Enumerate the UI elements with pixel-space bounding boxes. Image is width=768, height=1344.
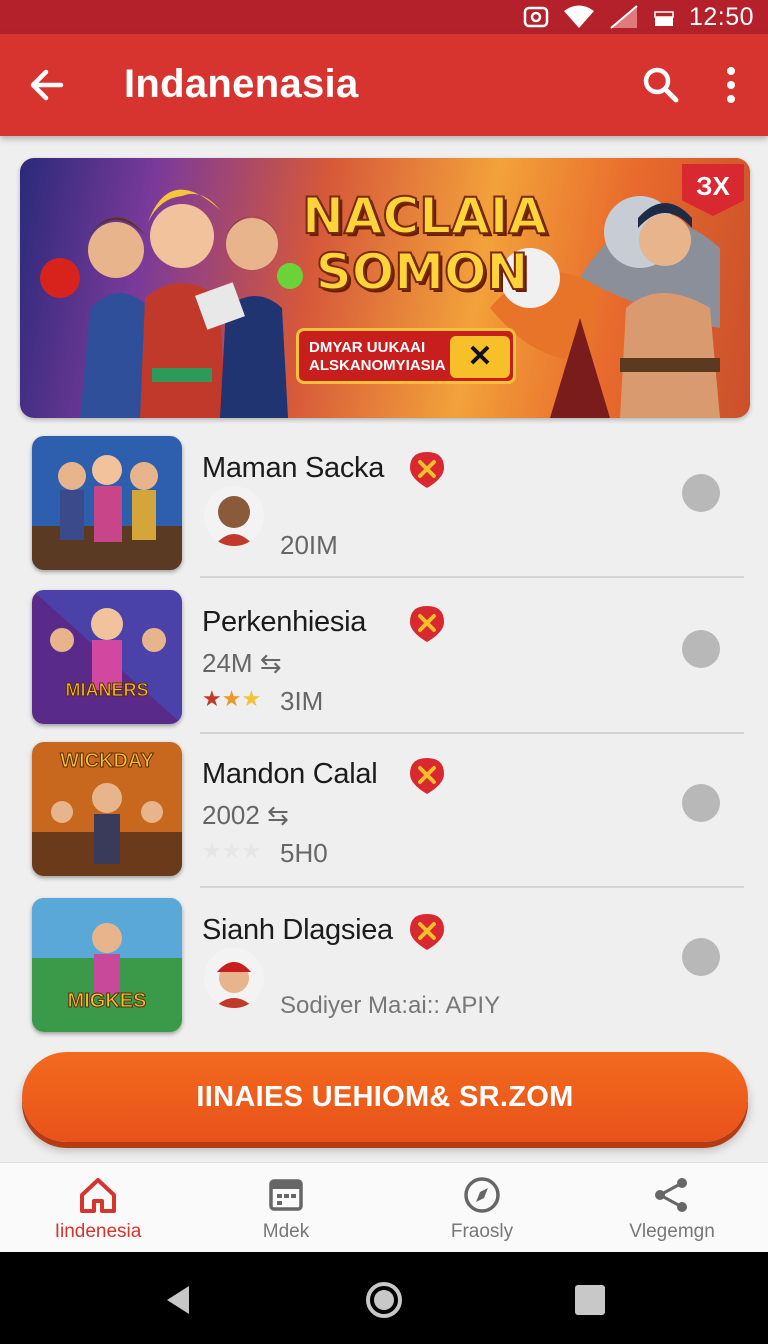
game-thumbnail: [32, 436, 182, 570]
banner-title-line2: SOMON: [315, 243, 530, 301]
nav-item-calendar[interactable]: Mdek: [190, 1175, 382, 1251]
battery-icon: [654, 11, 674, 26]
link-icon: ⇆: [259, 648, 282, 678]
divider: [200, 732, 744, 734]
game-thumbnail: WICKDAY: [32, 742, 182, 876]
game-title: Mandon Calal: [202, 758, 378, 790]
nav-item-home[interactable]: Iindenesia: [2, 1175, 194, 1251]
more-options-button[interactable]: [708, 60, 754, 110]
divider: [200, 576, 744, 578]
rating-stars: ★★★: [202, 838, 262, 863]
nav-label: Iindenesia: [54, 1221, 142, 1242]
divider: [200, 886, 744, 888]
game-title: Sianh Dlagsiea: [202, 914, 393, 946]
system-nav-bar: [0, 1252, 768, 1344]
game-size: 2002 ⇆: [202, 800, 289, 831]
list-item[interactable]: WICKDAY Mandon Calal 2002 ⇆ ★★★ 5H0: [32, 742, 744, 876]
home-icon: [80, 1178, 116, 1213]
nav-label: Mdek: [262, 1221, 310, 1242]
wifi-icon: [563, 5, 594, 28]
game-thumbnail: MIGKES: [32, 898, 182, 1032]
square-recents-icon: [575, 1285, 605, 1315]
verified-badge-icon: [410, 914, 444, 950]
share-icon: [655, 1178, 687, 1212]
compass-icon: [464, 1177, 500, 1213]
avatar: [204, 948, 264, 1008]
game-downloads: 20IM: [280, 530, 338, 560]
more-vertical-icon: [727, 67, 735, 103]
link-icon: ⇆: [267, 800, 289, 830]
bottom-nav: Iindenesia Mdek Fraosly Vlegemgn: [0, 1162, 768, 1252]
game-size-value: 24M: [202, 648, 253, 678]
game-title: Maman Sacka: [202, 452, 385, 484]
game-art: [32, 436, 182, 570]
list-item[interactable]: MIGKES Sianh Dlagsiea Sodiyer Ma:ai:: AP…: [32, 898, 744, 1032]
game-developer: Sodiyer Ma:ai:: APIY: [280, 992, 501, 1019]
nav-item-share[interactable]: Vlegemgn: [576, 1175, 768, 1251]
circle-home-icon: [366, 1282, 402, 1318]
status-time: 12:50: [688, 2, 754, 31]
thumb-label: WICKDAY: [60, 750, 155, 773]
select-radio[interactable]: [682, 938, 720, 976]
system-back-button[interactable]: [156, 1278, 200, 1322]
list-item[interactable]: MIANERS Perkenhiesia 24M ⇆ ★★★ 3IM: [32, 590, 744, 724]
game-title: Perkenhiesia: [202, 606, 367, 638]
avatar: [204, 486, 264, 546]
triangle-back-icon: [167, 1286, 189, 1314]
select-radio[interactable]: [682, 630, 720, 668]
app-bar: Indanenasia: [0, 34, 768, 136]
nav-item-explore[interactable]: Fraosly: [386, 1175, 578, 1251]
game-size: 24M ⇆: [202, 648, 282, 679]
promo-banner[interactable]: NACLAIA SOMON DMYAR UUKAAI ALSKANOMYIASI…: [20, 158, 750, 418]
nav-label: Vlegemgn: [629, 1221, 715, 1242]
verified-badge-icon: [410, 452, 444, 488]
tools-icon: ✕: [450, 336, 510, 378]
status-icons: 12:50: [523, 2, 754, 32]
banner-title: NACLAIA SOMON: [301, 187, 548, 301]
thumb-label: MIANERS: [65, 680, 149, 701]
app-title: Indanenasia: [124, 62, 359, 106]
select-radio[interactable]: [682, 474, 720, 512]
signal-icon: [610, 5, 638, 29]
system-recents-button[interactable]: [568, 1278, 612, 1322]
verified-badge-icon: [410, 758, 444, 794]
list-item[interactable]: Maman Sacka 20IM: [32, 436, 744, 570]
verified-badge-icon: [410, 606, 444, 642]
search-icon: [643, 67, 679, 103]
status-bar: 12:50: [0, 0, 768, 34]
system-home-button[interactable]: [362, 1278, 406, 1322]
install-button[interactable]: IINAIES UEHIOM& SR.ZOM: [22, 1052, 748, 1142]
arrow-left-icon: [30, 69, 64, 101]
back-button[interactable]: [22, 60, 72, 110]
game-thumbnail: MIANERS: [32, 590, 182, 724]
game-art: [32, 590, 182, 724]
thumb-label: MIGKES: [67, 990, 147, 1013]
game-size-value: 2002: [202, 800, 260, 830]
rating-stars: ★★★: [202, 686, 262, 711]
nav-label: Fraosly: [450, 1221, 514, 1242]
search-button[interactable]: [636, 60, 686, 110]
game-downloads: 3IM: [280, 686, 324, 716]
game-downloads: 5H0: [280, 838, 328, 868]
calendar-icon: [269, 1179, 303, 1211]
select-radio[interactable]: [682, 784, 720, 822]
banner-title-line1: NACLAIA: [301, 187, 548, 245]
camera-icon: [523, 6, 549, 28]
